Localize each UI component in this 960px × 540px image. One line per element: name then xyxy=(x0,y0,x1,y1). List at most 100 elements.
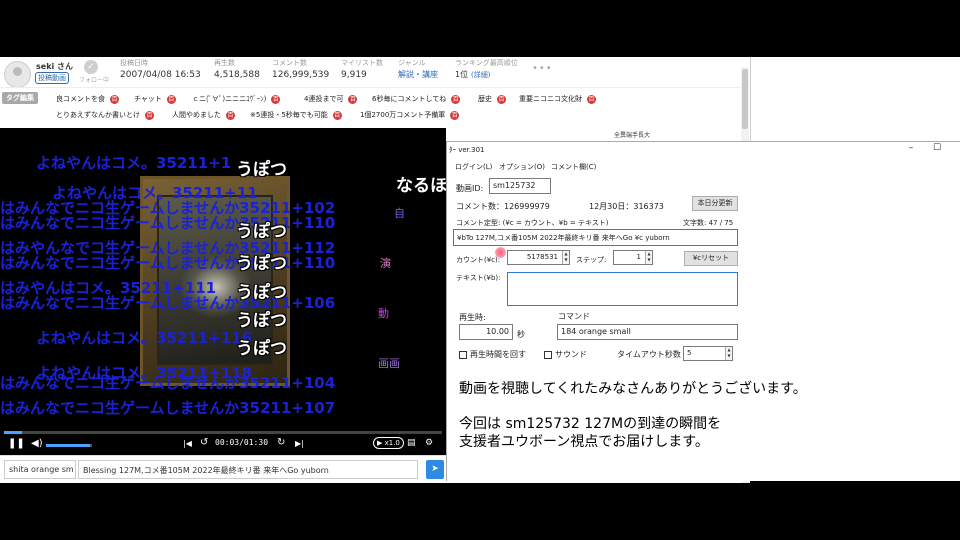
seek-bar[interactable] xyxy=(4,431,442,434)
menu-comment[interactable]: コメント欄(C) xyxy=(551,162,596,172)
maximize-icon[interactable]: ☐ xyxy=(929,143,945,153)
tag-item[interactable]: ※5連投・5秒毎でも可能百 xyxy=(250,110,342,120)
timeout-spinner[interactable]: ▲ ▼ xyxy=(725,347,732,360)
danmaku-comment: うぽつ xyxy=(236,160,287,180)
dictionary-icon[interactable]: 百 xyxy=(226,110,235,120)
tag-label[interactable]: 1個2700万コメント予備軍 xyxy=(360,111,445,119)
timeout-input[interactable]: 5 ▲ ▼ xyxy=(683,346,733,361)
refresh-today-button[interactable]: 本日分更新 xyxy=(692,196,738,211)
ranking-detail-link[interactable]: (詳細) xyxy=(471,71,490,79)
dictionary-icon[interactable]: 百 xyxy=(110,94,119,104)
tag-item[interactable]: ｃニ(ﾟ∀ﾟ)ニニニｺｳﾞｰﾝ) 百 xyxy=(192,94,281,104)
step-input[interactable]: 1 ▲ ▼ xyxy=(613,250,653,265)
dictionary-icon[interactable]: 百 xyxy=(332,110,342,120)
tag-item[interactable]: とりあえずなんか書いとけ百 xyxy=(56,110,154,120)
text-input[interactable] xyxy=(507,272,738,306)
dictionary-icon[interactable]: 百 xyxy=(271,94,281,104)
danmaku-comment: よねやんはコメ。35211+1 xyxy=(36,154,232,172)
loop-checkbox[interactable]: 再生時間を回す xyxy=(459,349,526,360)
danmaku-comment: よねやんはコメ。35211+116 xyxy=(36,329,253,347)
user-badge[interactable]: 投稿動画 xyxy=(35,72,69,84)
dictionary-icon[interactable]: 百 xyxy=(348,94,358,104)
tag-item[interactable]: 4連投まで可百 xyxy=(304,94,358,104)
comment-toggle-icon[interactable]: ▤ xyxy=(407,437,416,449)
dictionary-icon[interactable]: 百 xyxy=(145,110,154,120)
danmaku-comment: うぽつ xyxy=(236,339,287,359)
video-id-input[interactable]: sm125732 xyxy=(489,178,551,194)
play-time-unit: 秒 xyxy=(517,330,525,339)
dictionary-icon[interactable]: 百 xyxy=(450,110,460,120)
tag-item[interactable]: 1個2700万コメント予備軍百 xyxy=(360,110,460,120)
browser-right-area xyxy=(750,57,960,141)
pause-icon[interactable]: ❚❚ xyxy=(8,438,25,450)
forward-10-icon[interactable]: ↻ xyxy=(277,437,285,449)
play-time-input[interactable]: 10.00 xyxy=(459,324,513,340)
template-label: コメント定型: (¥c = カウント、¥b = テキスト) xyxy=(456,219,609,227)
checkbox-icon[interactable] xyxy=(459,350,467,359)
previous-icon[interactable]: |◀ xyxy=(183,438,192,450)
dictionary-icon[interactable]: 百 xyxy=(166,94,176,104)
tag-item[interactable]: 6秒毎にコメントしてね百 xyxy=(372,94,461,104)
tag-label[interactable]: 歴史 xyxy=(478,95,492,103)
danmaku-comment: 自 xyxy=(394,207,405,220)
playback-speed-button[interactable]: ▶ x1.0 xyxy=(373,437,404,449)
command-input[interactable]: shita orange sm xyxy=(4,460,76,479)
comment-input[interactable]: Blessing 127M,コメ番105M 2022年最終キリ番 来年へGo y… xyxy=(78,460,418,479)
toolbar-peek-label: 全異端手長大 xyxy=(614,132,651,139)
count-input[interactable]: 5178531 ▲ ▼ xyxy=(507,250,570,265)
scrollbar-thumb[interactable] xyxy=(742,69,748,129)
follow-check-icon[interactable]: ✓ xyxy=(84,60,98,74)
menu-options[interactable]: オプション(O) xyxy=(499,162,545,172)
template-input[interactable]: ¥bTo 127M,コメ番105M 2022年最終キリ番 来年へGo ¥c yu… xyxy=(453,229,738,246)
count-label: カウント(¥c): xyxy=(456,256,501,264)
seek-progress xyxy=(4,431,22,434)
user-avatar[interactable] xyxy=(4,61,31,88)
sound-checkbox[interactable]: サウンド xyxy=(544,349,587,360)
tag-edit-button[interactable]: タグ編集 xyxy=(2,92,38,104)
danmaku-comment: はみんなでニコ生ゲームしませんか35211+107 xyxy=(0,399,336,417)
tag-label[interactable]: 4連投まで可 xyxy=(304,95,343,103)
video-id-label: 動画ID: xyxy=(456,184,484,193)
timeout-label: タイムアウト秒数 xyxy=(617,350,681,359)
tag-label[interactable]: チャット xyxy=(134,95,162,103)
genre-link[interactable]: 解説・講座 xyxy=(398,68,438,82)
checkbox-icon[interactable] xyxy=(544,350,552,359)
count-spinner[interactable]: ▲ ▼ xyxy=(562,251,569,264)
volume-icon[interactable]: ◀) xyxy=(31,438,43,450)
volume-slider[interactable] xyxy=(46,444,92,447)
next-icon[interactable]: ▶| xyxy=(295,438,304,450)
tag-label[interactable]: ※5連投・5秒毎でも可能 xyxy=(250,111,328,119)
divider xyxy=(0,87,750,88)
volume-level xyxy=(46,444,90,447)
rewind-10-icon[interactable]: ↺ xyxy=(200,437,208,449)
step-spinner[interactable]: ▲ ▼ xyxy=(645,251,652,264)
stat-genre: ジャンル 解説・講座 xyxy=(398,59,438,82)
tag-label[interactable]: 良コメントを食 xyxy=(56,95,105,103)
tag-label[interactable]: とりあえずなんか書いとけ xyxy=(56,111,140,119)
command-field[interactable]: 184 orange small xyxy=(557,324,738,340)
step-label: ステップ: xyxy=(576,256,607,264)
username[interactable]: seki さん xyxy=(36,61,73,72)
tag-label[interactable]: ｃニ(ﾟ∀ﾟ)ニニニｺｳﾞｰﾝ) xyxy=(192,95,266,103)
count-reset-button[interactable]: ¥cリセット xyxy=(684,251,738,266)
tag-label[interactable]: 6秒毎にコメントしてね xyxy=(372,95,446,103)
tag-item[interactable]: チャット百 xyxy=(134,94,176,104)
video-player[interactable]: よねやんはコメ。35211+1 よねやんはコメ。35211+11 はみんなでニコ生ゲ… xyxy=(0,128,446,455)
more-menu-icon[interactable]: ••• xyxy=(532,63,553,74)
tag-item[interactable]: 歴史百 xyxy=(478,94,506,104)
tag-label[interactable]: 人間やめました xyxy=(172,111,221,119)
tag-label[interactable]: 重要ニコニコ文化財 xyxy=(519,95,582,103)
tag-item[interactable]: 重要ニコニコ文化財百 xyxy=(519,94,596,104)
menu-login[interactable]: ログイン(L) xyxy=(455,162,492,172)
dictionary-icon[interactable]: 百 xyxy=(451,94,461,104)
dictionary-icon[interactable]: 百 xyxy=(587,94,596,104)
minimize-icon[interactable]: – xyxy=(903,143,919,153)
tag-item[interactable]: 良コメントを食百 xyxy=(56,94,119,104)
danmaku-comment: うぽつ xyxy=(236,283,287,303)
stat-comments: コメント数 126,999,539 xyxy=(272,59,330,80)
tag-item[interactable]: 人間やめました百 xyxy=(172,110,235,120)
danmaku-comment: なるほ xyxy=(396,176,446,196)
send-icon[interactable]: ➤ xyxy=(426,460,444,479)
dictionary-icon[interactable]: 百 xyxy=(497,94,506,104)
settings-gear-icon[interactable]: ⚙ xyxy=(425,437,433,449)
